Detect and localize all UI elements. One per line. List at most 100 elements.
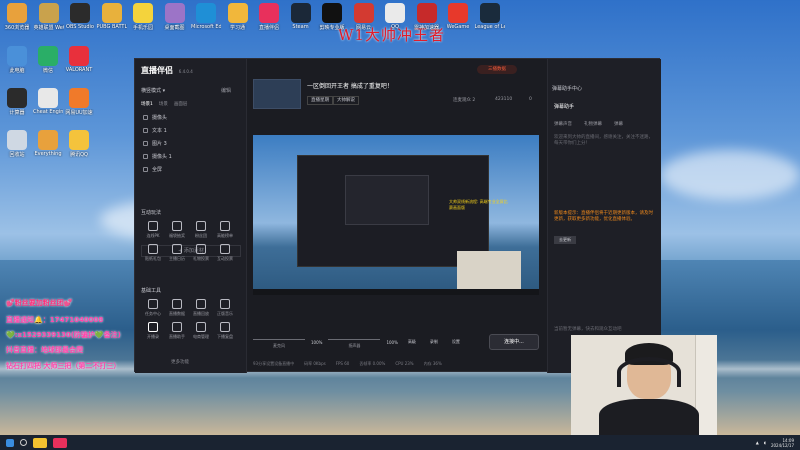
interact-tool[interactable]: 粉丝团	[189, 221, 213, 239]
basic-tool[interactable]: 直播回放	[189, 299, 213, 317]
desktop-icon[interactable]: 手机乐园	[128, 3, 158, 31]
record-button[interactable]: 录制	[426, 339, 442, 345]
settings-button[interactable]: 设置	[448, 339, 464, 345]
go-live-button[interactable]: 连接中...	[489, 334, 539, 350]
danmu-tab[interactable]: 弹幕声音	[554, 121, 572, 127]
interact-tool[interactable]: 贴纸礼包	[141, 244, 165, 262]
danmu-tab[interactable]: 礼物弹幕	[584, 121, 602, 127]
speaker-volume[interactable]: 扬声器	[328, 336, 381, 349]
basic-tool[interactable]: 直播助手	[165, 322, 189, 340]
danmu-tab[interactable]: 弹幕	[614, 121, 623, 127]
basic-tool[interactable]: 直播数据	[165, 299, 189, 317]
windows-start-icon[interactable]	[6, 438, 14, 447]
desktop-icon[interactable]: Everything	[33, 130, 63, 157]
stream-chip[interactable]: 直播星期	[307, 96, 333, 105]
tool-icon	[196, 322, 206, 332]
basic-tool[interactable]: 任务中心	[141, 299, 165, 317]
stream-cover[interactable]	[253, 79, 301, 109]
basic-tool[interactable]: 正版音乐	[213, 299, 237, 317]
desktop-icon-label: 网易UU加速	[65, 110, 93, 116]
app-icon	[416, 3, 437, 23]
desktop-icon[interactable]: 雷神加速器	[412, 3, 442, 31]
update-button[interactable]: 去更新	[554, 236, 576, 244]
desktop-icon-label: 学习通	[229, 25, 245, 31]
mic-volume[interactable]: 麦克风	[253, 336, 305, 349]
desktop-icon[interactable]: League of Legends	[475, 3, 505, 30]
interact-tool[interactable]: 高能榜单	[213, 221, 237, 239]
scene-tab[interactable]: 画面层	[174, 101, 188, 107]
desktop-icon[interactable]: Steam	[286, 3, 316, 30]
status-item: 内存 36%	[423, 361, 442, 366]
desktop-icon[interactable]: 英雄联盟 WeGame版	[34, 3, 64, 31]
source-label: 图片 3	[152, 141, 167, 147]
live-data-button[interactable]: 三播数据	[477, 65, 517, 74]
network-icon[interactable]: ▲	[756, 440, 759, 445]
basic-tool[interactable]: 下播复盘	[213, 322, 237, 340]
desktop-icon[interactable]: 网易云	[349, 3, 379, 31]
source-item[interactable]: 摄像头	[141, 111, 241, 124]
stream-preview[interactable]: 大帅双线新流程: 高端专业全屏比赛画面版	[253, 135, 539, 295]
desktop-icon[interactable]: 计算器	[2, 88, 32, 116]
search-icon[interactable]	[20, 439, 27, 446]
basic-tool[interactable]: 开播录	[141, 322, 165, 340]
stream-chip[interactable]: 大帅解说	[333, 96, 359, 105]
desktop-icon[interactable]: Cheat Engine	[33, 88, 63, 115]
file-explorer-icon[interactable]	[33, 437, 47, 448]
speaker-slider[interactable]	[328, 338, 381, 340]
scene-tab[interactable]: 场景	[159, 101, 168, 107]
interact-tool[interactable]: 礼物投票	[189, 244, 213, 262]
desktop-icon[interactable]: 360浏览器	[2, 3, 32, 31]
desktop-icon[interactable]: QQ	[380, 3, 410, 30]
desktop-icon[interactable]: 回收站	[2, 130, 32, 158]
source-list: 摄像头 文本 1 图片 3 摄像头 1 全屏	[141, 111, 241, 176]
source-item[interactable]: 图片 3	[141, 137, 241, 150]
audio-controls: 麦克风 100% 扬声器 100% 高级 录制 设置 连接中...	[253, 329, 539, 355]
desktop-icon[interactable]: Microsoft Edge	[191, 3, 221, 30]
interact-tool[interactable]: 互动投票	[213, 244, 237, 262]
live-companion-taskbar-icon[interactable]	[53, 437, 67, 448]
main-panel: 一区倒回开王者 搞成了重复吧！ 直播星期 大帅解说 连麦观众 2 423110 …	[247, 59, 547, 373]
desktop-icon[interactable]: PUBG BATTLEGROUNDS	[97, 3, 127, 30]
source-label: 全屏	[152, 167, 163, 173]
stream-stat: 0	[529, 97, 532, 102]
desktop-icon-label: VALORANT	[65, 67, 93, 73]
app-icon	[38, 46, 58, 66]
tool-label: 直播数据	[169, 311, 185, 316]
app-icon	[322, 3, 342, 23]
right-panel-header: 弹幕助手中心	[552, 86, 583, 92]
clock[interactable]: 14:09 2024/12/17	[771, 438, 794, 448]
interact-tool[interactable]: 福袋抽奖	[165, 221, 189, 239]
source-label: 摄像头 1	[152, 154, 172, 160]
desktop-icon-label: 360浏览器	[4, 25, 30, 31]
more-functions-link[interactable]: 更多功能	[171, 359, 189, 365]
desktop-icon[interactable]: 直播伴侣	[254, 3, 284, 31]
app-icon	[69, 130, 89, 150]
desktop-icon[interactable]: 学习通	[223, 3, 253, 31]
basic-tool[interactable]: 电商管理	[189, 322, 213, 340]
app-icon	[164, 3, 185, 23]
desktop-icon[interactable]: VALORANT	[64, 46, 94, 73]
interact-tool[interactable]: 主播日历	[165, 244, 189, 262]
desktop-icon[interactable]: OBS Studio	[65, 3, 95, 30]
mic-slider[interactable]	[253, 338, 305, 340]
scene-tab[interactable]: 场景1	[141, 101, 153, 107]
desktop-icon-label: 计算器	[9, 110, 25, 116]
volume-icon[interactable]: ◖	[764, 440, 766, 445]
edit-button[interactable]: 编辑	[221, 87, 231, 94]
desktop-icon[interactable]: 剪映专业版	[317, 3, 347, 31]
mode-selector[interactable]: 横竖模式 ▾	[141, 87, 165, 94]
desktop-icon[interactable]: WeGame	[443, 3, 473, 30]
tool-icon	[220, 299, 230, 309]
source-item[interactable]: 全屏	[141, 163, 241, 176]
source-label: 摄像头	[152, 115, 168, 121]
source-item[interactable]: 摄像头 1	[141, 150, 241, 163]
desktop-icon[interactable]: 微信	[33, 46, 63, 74]
stream-title[interactable]: 一区倒回开王者 搞成了重复吧！	[307, 81, 393, 90]
desktop-icon[interactable]: 此电脑	[2, 46, 32, 74]
desktop-icon[interactable]: 腾讯QQ	[64, 130, 94, 158]
desktop-icon[interactable]: 桌面截图	[160, 3, 190, 31]
interact-tool[interactable]: 连线PK	[141, 221, 165, 239]
advanced-button[interactable]: 高级	[404, 339, 420, 345]
desktop-icon[interactable]: 网易UU加速	[64, 88, 94, 116]
source-item[interactable]: 文本 1	[141, 124, 241, 137]
